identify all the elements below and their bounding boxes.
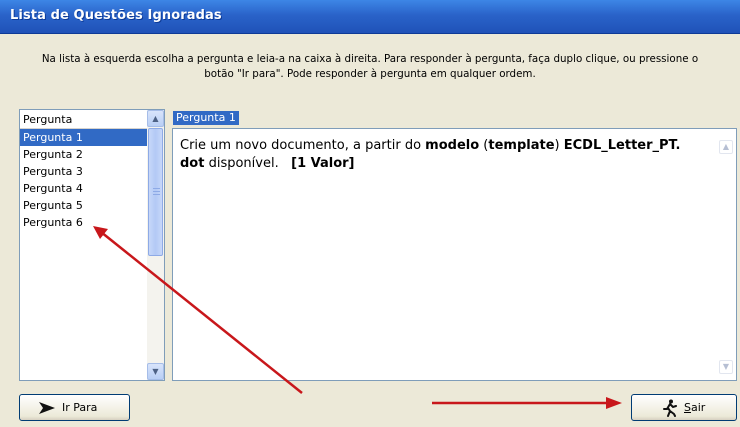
title-bar: Lista de Questões Ignoradas — [0, 0, 740, 34]
list-scrollbar[interactable]: ▲ ▼ — [147, 110, 164, 380]
chevron-down-icon: ▼ — [152, 367, 159, 376]
list-item[interactable]: Pergunta 2 — [20, 146, 149, 163]
instructions: Na lista à esquerda escolha a pergunta e… — [6, 52, 734, 82]
list-item[interactable]: Pergunta 5 — [20, 197, 149, 214]
scroll-down-button[interactable]: ▼ — [147, 363, 164, 380]
arrowhead-exit — [606, 397, 622, 409]
list-item[interactable]: Pergunta 4 — [20, 180, 149, 197]
scroll-up-button[interactable]: ▲ — [147, 110, 164, 127]
question-list[interactable]: Pergunta Pergunta 1 Pergunta 2 Pergunta … — [19, 109, 165, 381]
question-label: Pergunta 1 — [173, 111, 239, 125]
list-item[interactable]: Pergunta 3 — [20, 163, 149, 180]
arrow-right-icon — [38, 401, 56, 415]
list-item[interactable]: Pergunta 1 — [20, 129, 149, 146]
chevron-up-icon: ▲ — [152, 114, 159, 123]
list-item[interactable]: Pergunta 6 — [20, 214, 149, 231]
go-to-label: Ir Para — [62, 401, 98, 414]
list-header: Pergunta — [20, 110, 149, 129]
scroll-thumb[interactable] — [148, 128, 163, 256]
running-man-icon — [662, 399, 678, 417]
question-text: Crie um novo documento, a partir do mode… — [180, 138, 681, 171]
scroll-down-icon: ▼ — [719, 360, 733, 374]
instructions-line-1: Na lista à esquerda escolha a pergunta e… — [41, 53, 699, 65]
instructions-line-2: botão "Ir para". Pode responder à pergun… — [204, 68, 536, 80]
window-title: Lista de Questões Ignoradas — [10, 8, 222, 23]
exit-label: Sair — [684, 401, 706, 414]
question-value: [1 Valor] — [291, 156, 355, 171]
go-to-button[interactable]: Ir Para — [19, 394, 130, 421]
exit-button[interactable]: Sair — [631, 394, 737, 421]
scroll-up-icon: ▲ — [719, 140, 733, 154]
question-text-box[interactable]: Crie um novo documento, a partir do mode… — [172, 128, 737, 381]
